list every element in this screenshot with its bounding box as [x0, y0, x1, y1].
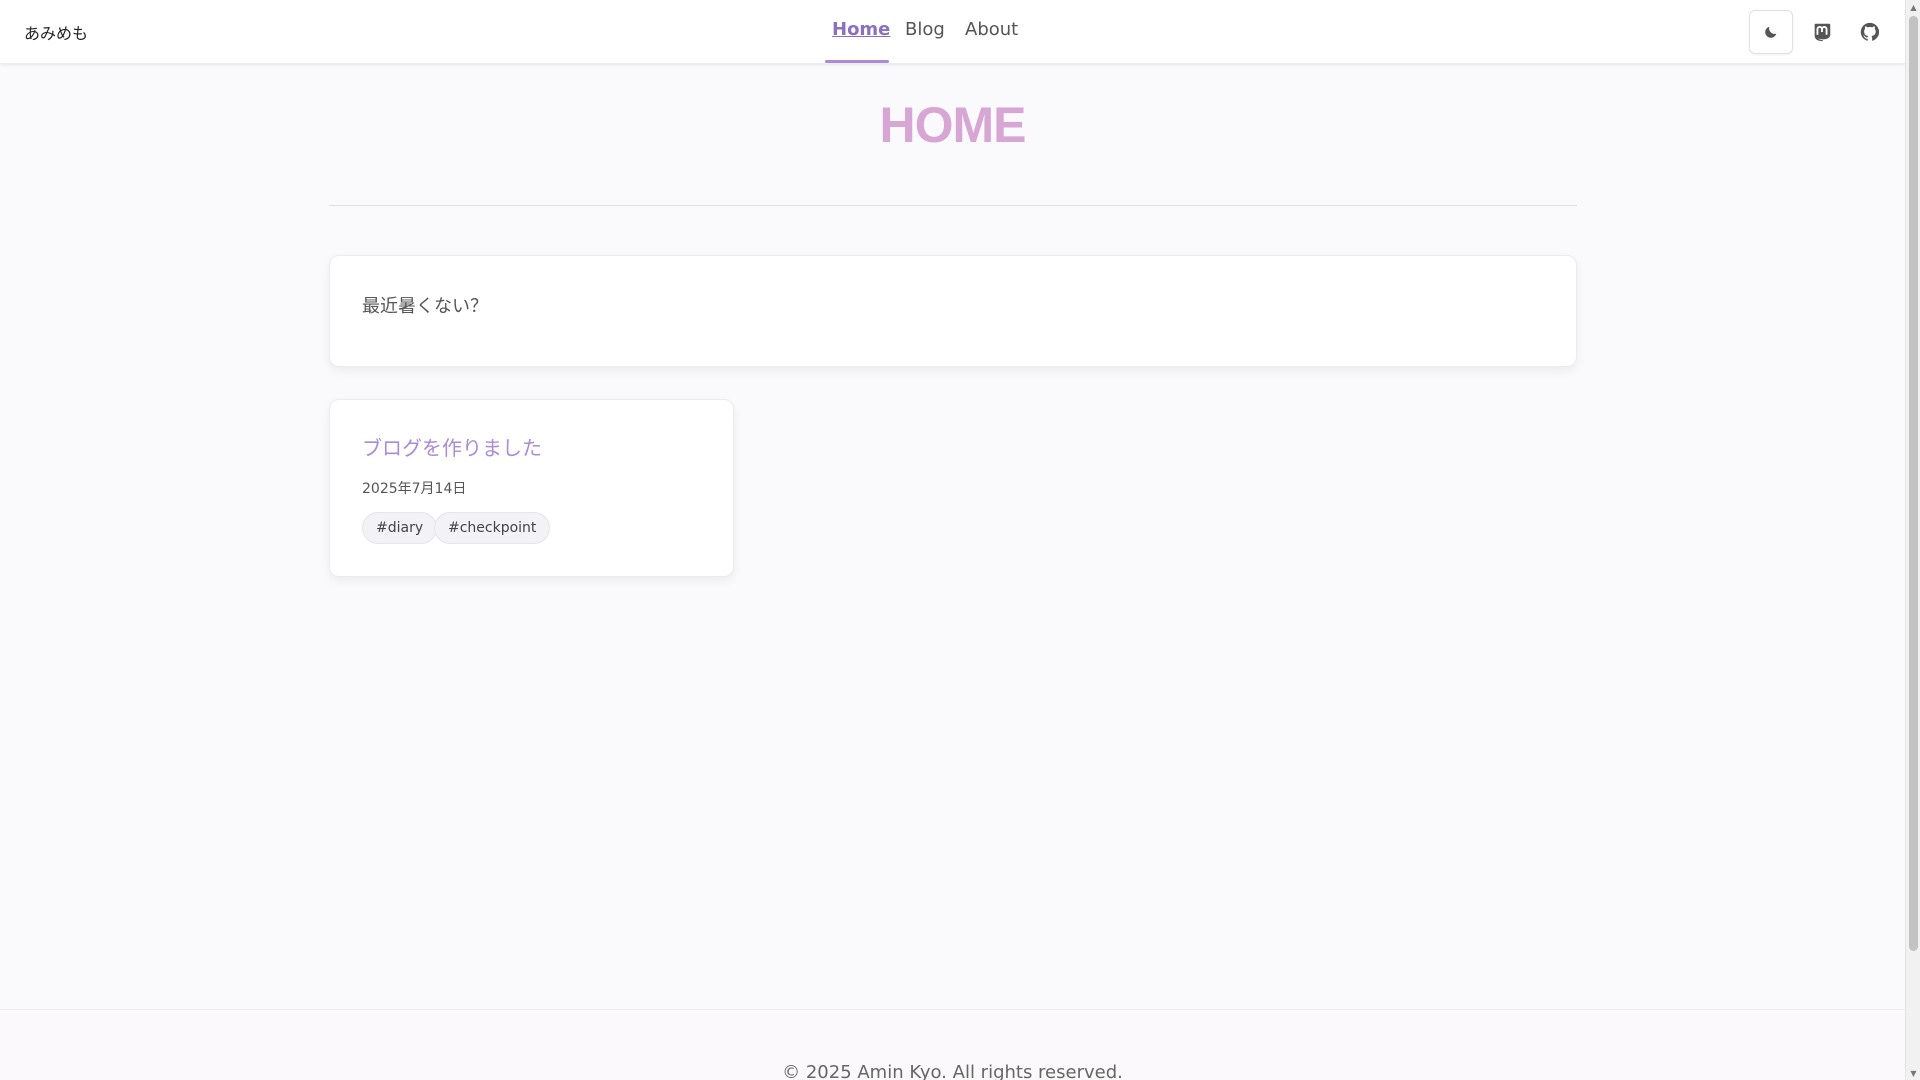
- announcement-text: 最近暑くない？: [362, 296, 488, 317]
- vertical-scrollbar[interactable]: ▲ ▼: [1905, 0, 1920, 1080]
- scroll-down-arrow-icon[interactable]: ▼: [1906, 1066, 1920, 1080]
- github-link[interactable]: [1856, 18, 1884, 46]
- active-nav-indicator: [825, 60, 889, 63]
- site-footer: © 2025 Amin Kyo. All rights reserved.: [0, 1009, 1905, 1080]
- post-card[interactable]: ブログを作りました 2025年7月14日 #diary #checkpoint: [329, 399, 734, 577]
- copyright-text: © 2025 Amin Kyo. All rights reserved.: [782, 1062, 1123, 1080]
- tag-diary[interactable]: #diary: [362, 512, 438, 544]
- mastodon-link[interactable]: [1808, 18, 1836, 46]
- scroll-up-arrow-icon[interactable]: ▲: [1906, 0, 1920, 14]
- scroll-thumb[interactable]: [1909, 16, 1918, 951]
- main-nav: Home Blog About: [0, 0, 1905, 64]
- theme-toggle-button[interactable]: [1749, 10, 1793, 54]
- announcement-card: 最近暑くない？: [329, 255, 1577, 367]
- nav-blog[interactable]: Blog: [905, 19, 945, 40]
- moon-icon: [1765, 26, 1777, 38]
- page-title: HOME: [879, 97, 1027, 153]
- tag-checkpoint[interactable]: #checkpoint: [434, 512, 551, 544]
- nav-about[interactable]: About: [965, 19, 1018, 40]
- heading-divider: [329, 205, 1577, 206]
- post-date: 2025年7月14日: [362, 481, 467, 497]
- post-title-link[interactable]: ブログを作りました: [362, 432, 542, 461]
- nav-home[interactable]: Home: [832, 19, 890, 40]
- mastodon-icon: [1814, 23, 1831, 42]
- site-header: あみめも Home Blog About: [0, 0, 1905, 64]
- github-icon: [1860, 22, 1880, 41]
